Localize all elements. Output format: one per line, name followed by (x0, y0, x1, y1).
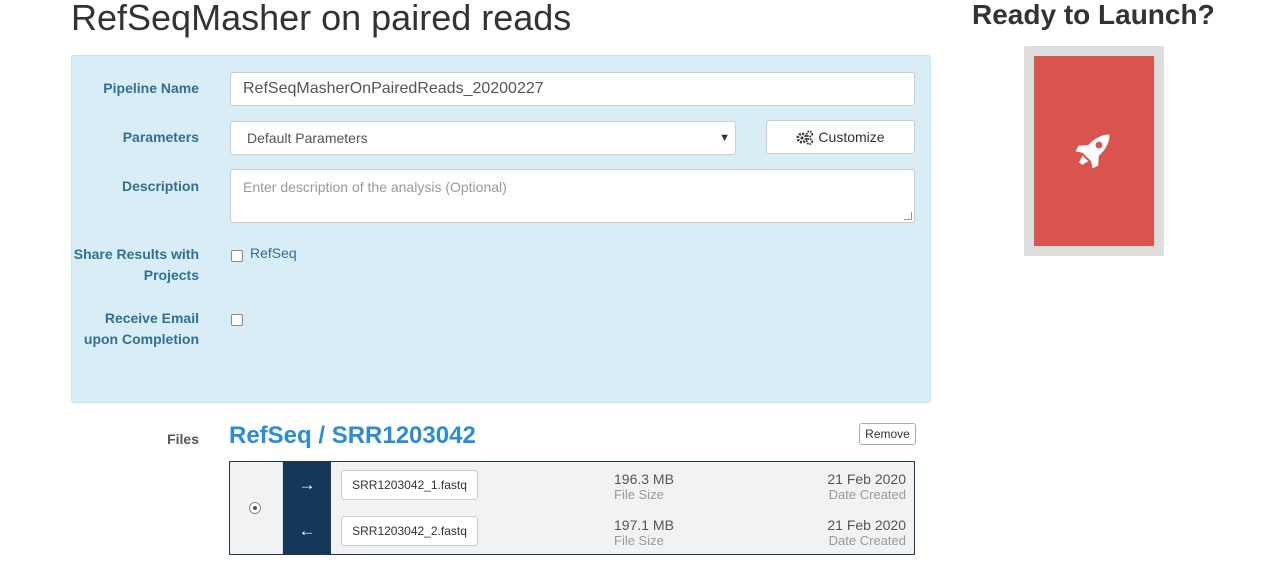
arrow-right-icon: → (298, 475, 316, 494)
parameters-label: Parameters (122, 129, 199, 145)
launch-frame (1024, 46, 1164, 256)
file-date-label: Date Created (828, 487, 906, 502)
file-name-button[interactable]: SRR1203042_2.fastq (341, 516, 478, 546)
remove-button[interactable]: Remove (859, 423, 916, 445)
file-row-reverse: SRR1203042_2.fastq 197.1 MB File Size 21… (331, 508, 914, 554)
arrow-left-icon: ← (298, 521, 316, 540)
share-refseq-checkbox[interactable] (231, 250, 243, 262)
file-row-forward: SRR1203042_1.fastq 196.3 MB File Size 21… (331, 462, 914, 508)
rocket-icon (1075, 134, 1110, 169)
file-date: 21 Feb 2020 (827, 471, 906, 487)
customize-button[interactable]: Customize (766, 120, 915, 154)
file-pair-radio[interactable] (249, 502, 261, 514)
gears-icon (796, 130, 814, 145)
files-label: Files (167, 431, 199, 447)
pipeline-name-label: Pipeline Name (103, 80, 199, 96)
direction-column: → ← (283, 462, 331, 554)
share-refseq-option-label[interactable]: RefSeq (250, 245, 297, 261)
paired-files-panel: → ← SRR1203042_1.fastq 196.3 MB File Siz… (229, 461, 915, 555)
file-date-label: Date Created (828, 533, 906, 548)
receive-email-label: Receive Email upon Completion (83, 310, 199, 347)
pipeline-name-input[interactable]: RefSeqMasherOnPairedReads_20200227 (230, 72, 915, 106)
file-size: 197.1 MB (614, 517, 674, 533)
page-title: RefSeqMasher on paired reads (71, 0, 572, 38)
files-sample-link[interactable]: RefSeq / SRR1203042 (229, 420, 476, 452)
customize-label: Customize (818, 129, 885, 145)
receive-email-checkbox[interactable] (231, 314, 243, 326)
caret-down-icon: ▼ (719, 132, 730, 144)
file-date: 21 Feb 2020 (827, 517, 906, 533)
file-name-button[interactable]: SRR1203042_1.fastq (341, 470, 478, 500)
file-select-column (230, 462, 283, 554)
share-results-label: Share Results with Projects (73, 246, 199, 283)
file-size-label: File Size (614, 533, 664, 548)
resize-grip-icon[interactable] (904, 212, 912, 220)
file-size: 196.3 MB (614, 471, 674, 487)
description-label: Description (121, 178, 199, 194)
launch-title: Ready to Launch? (972, 0, 1215, 30)
parameters-select[interactable]: Default Parameters ▼ (230, 121, 736, 155)
description-textarea[interactable]: Enter description of the analysis (Optio… (230, 169, 915, 223)
parameters-selected-value: Default Parameters (247, 130, 368, 146)
description-placeholder: Enter description of the analysis (Optio… (243, 179, 507, 195)
file-size-label: File Size (614, 487, 664, 502)
pipeline-form: Pipeline Name RefSeqMasherOnPairedReads_… (71, 55, 931, 403)
launch-button[interactable] (1034, 56, 1154, 246)
